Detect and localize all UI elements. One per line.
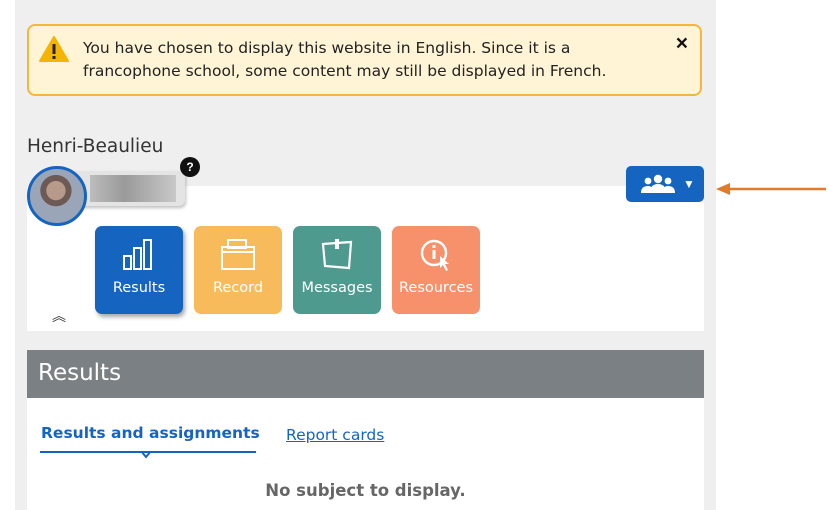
- tab-results-and-assignments[interactable]: Results and assignments: [41, 424, 260, 442]
- section-title: Results: [38, 360, 122, 386]
- notice-text: You have chosen to display this website …: [83, 39, 607, 80]
- tile-label: Record: [212, 280, 264, 296]
- school-name: Henri-Beaulieu: [27, 136, 164, 157]
- bar-chart-icon: [123, 239, 152, 270]
- annotation-arrow: [716, 183, 826, 195]
- tile-results[interactable]: Results: [95, 226, 183, 314]
- close-icon[interactable]: ×: [676, 32, 688, 56]
- warning-icon: [39, 36, 69, 62]
- results-section-header: Results: [27, 350, 704, 398]
- tab-report-cards[interactable]: Report cards: [286, 426, 384, 444]
- redacted-name: [90, 175, 176, 202]
- tile-messages[interactable]: Messages: [293, 226, 381, 314]
- tile-label: Results: [112, 280, 166, 296]
- student-name-box[interactable]: [70, 171, 185, 206]
- tile-resources[interactable]: Resources: [392, 226, 480, 314]
- info-pointer-icon: [420, 239, 449, 271]
- message-board-icon: [321, 239, 353, 270]
- group-selector-button[interactable]: ▼: [626, 166, 704, 202]
- chevron-down-icon: ▼: [683, 177, 695, 191]
- tile-label: Resources: [398, 280, 474, 296]
- empty-state-message: No subject to display.: [265, 481, 466, 500]
- folder-icon: [221, 239, 255, 270]
- users-group-icon: [641, 174, 675, 193]
- tab-notch: [141, 451, 151, 459]
- help-icon[interactable]: ?: [180, 157, 200, 177]
- language-notice: You have chosen to display this website …: [27, 24, 702, 96]
- tile-label: Messages: [301, 280, 373, 296]
- avatar[interactable]: [27, 166, 87, 226]
- tile-record[interactable]: Record: [194, 226, 282, 314]
- collapse-icon[interactable]: ︽: [52, 306, 66, 326]
